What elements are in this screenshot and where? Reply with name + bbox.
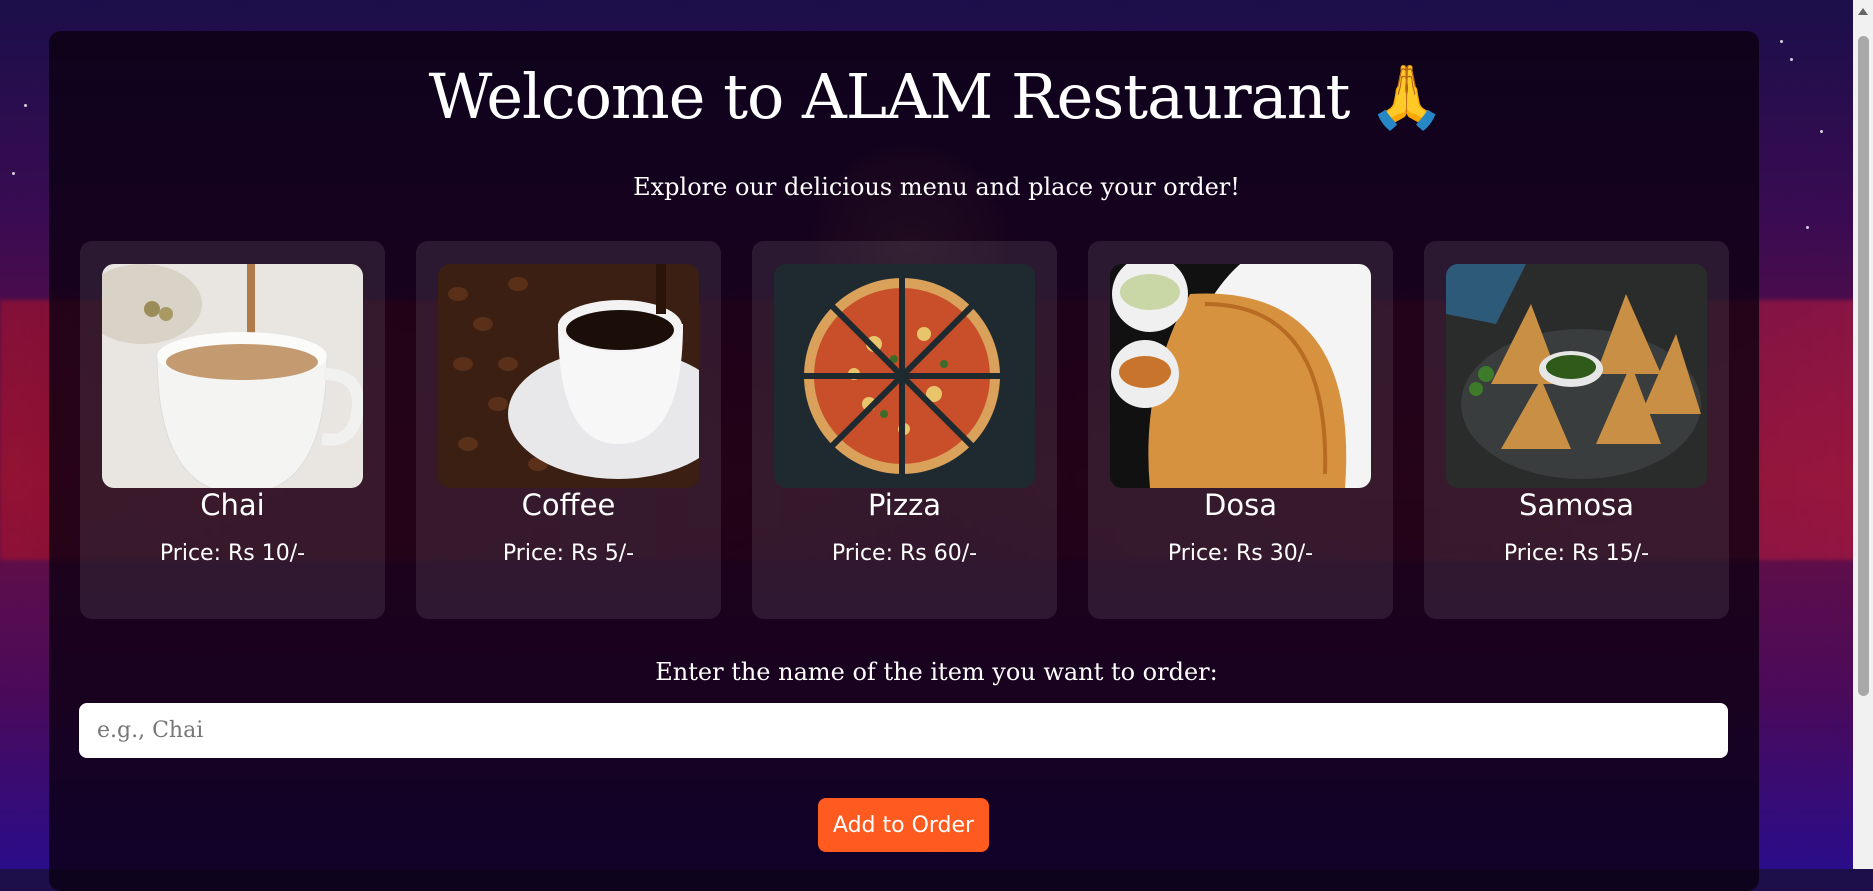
menu-item-price: Price: Rs 60/- (831, 541, 978, 566)
menu-card-samosa[interactable]: Samosa Price: Rs 15/- (1424, 241, 1729, 619)
scroll-up-arrow-icon[interactable] (1858, 8, 1868, 15)
menu-item-price: Price: Rs 5/- (502, 541, 635, 566)
chai-image (102, 264, 363, 488)
menu-item-name: Dosa (1204, 488, 1277, 522)
menu-item-name: Coffee (521, 488, 616, 522)
dosa-image (1110, 264, 1371, 488)
menu-item-name: Samosa (1518, 488, 1635, 522)
order-item-input[interactable] (79, 703, 1728, 758)
menu-item-price: Price: Rs 10/- (159, 541, 306, 566)
samosa-image (1446, 264, 1707, 488)
menu-card-chai[interactable]: Chai Price: Rs 10/- (80, 241, 385, 619)
page-title: Welcome to ALAM Restaurant 🙏 (428, 60, 1446, 133)
menu-card-pizza[interactable]: Pizza Price: Rs 60/- (752, 241, 1057, 619)
menu-card-dosa[interactable]: Dosa Price: Rs 30/- (1088, 241, 1393, 619)
pizza-image (774, 264, 1035, 488)
menu-card-coffee[interactable]: Coffee Price: Rs 5/- (416, 241, 721, 619)
menu-item-price: Price: Rs 15/- (1503, 541, 1650, 566)
menu-item-name: Chai (200, 488, 265, 522)
order-label: Enter the name of the item you want to o… (655, 658, 1218, 686)
vertical-scrollbar[interactable] (1853, 0, 1873, 869)
add-to-order-button[interactable]: Add to Order (818, 798, 989, 852)
scrollbar-thumb[interactable] (1858, 36, 1869, 696)
coffee-image (438, 264, 699, 488)
page-subtitle: Explore our delicious menu and place you… (633, 173, 1240, 201)
menu-grid: Chai Price: Rs 10/- Coffee Price: Rs 5/-… (80, 241, 1730, 619)
menu-item-name: Pizza (867, 488, 942, 522)
menu-item-price: Price: Rs 30/- (1167, 541, 1314, 566)
